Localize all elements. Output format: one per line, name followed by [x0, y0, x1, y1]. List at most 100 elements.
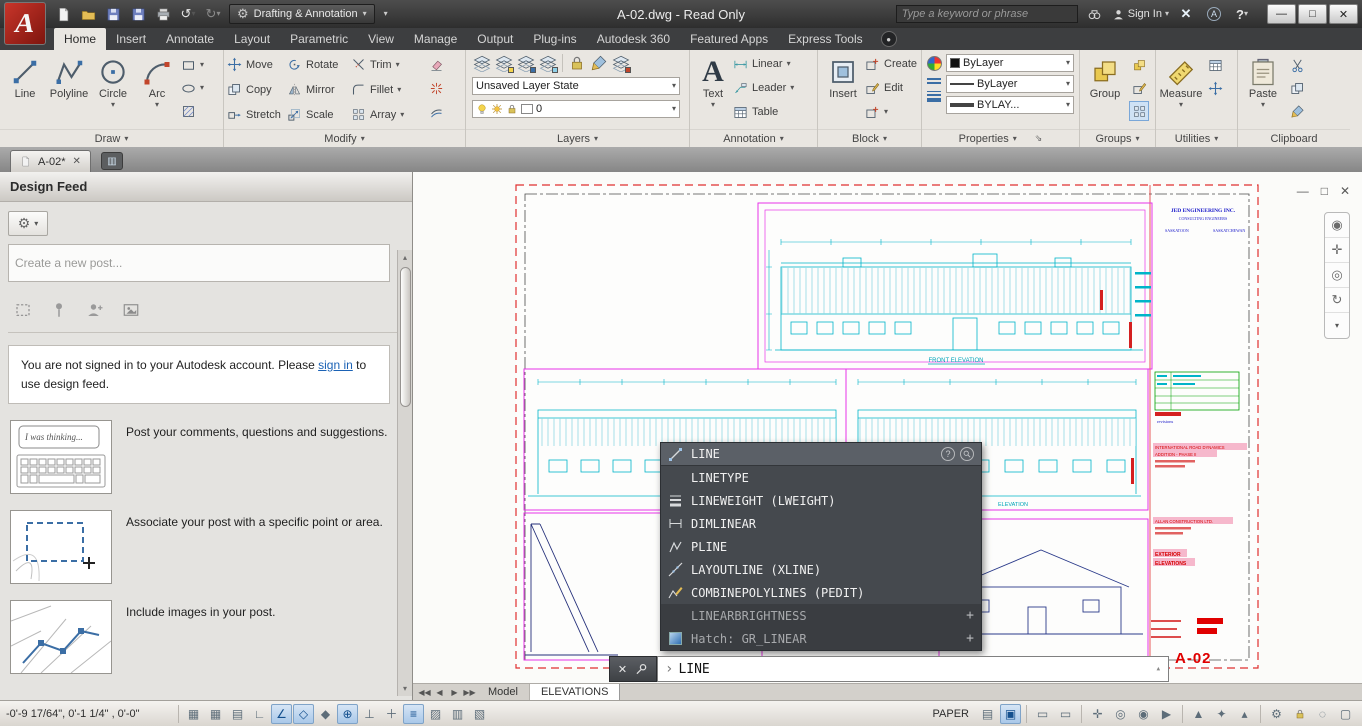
- qat-customize-button[interactable]: ▾: [380, 4, 392, 24]
- add-icon[interactable]: +: [966, 631, 974, 646]
- model-tab[interactable]: Model: [477, 684, 530, 700]
- suggestion-linetype[interactable]: LINETYPE: [661, 466, 981, 489]
- drawing-area[interactable]: FRONT ELEVATION: [413, 172, 1362, 700]
- navbar-more-button[interactable]: ▾: [1325, 313, 1349, 338]
- suggestion-hatch-gr-linear[interactable]: Hatch: GR_LINEAR +: [661, 627, 981, 650]
- create-block-button[interactable]: Create: [865, 52, 917, 76]
- command-close-icon[interactable]: ✕: [618, 663, 627, 676]
- ungroup-button[interactable]: [1129, 55, 1149, 75]
- tab-express-tools[interactable]: Express Tools: [778, 28, 872, 50]
- scroll-up-icon[interactable]: ▴: [398, 250, 412, 265]
- undo-button[interactable]: ↺▾: [177, 4, 199, 24]
- layer-off-button[interactable]: [494, 53, 514, 73]
- steering-wheel-tool-button[interactable]: ◉: [1133, 704, 1154, 724]
- selection-cycling-toggle[interactable]: ▧: [469, 704, 490, 724]
- quick-view-drawings-button[interactable]: ▭: [1055, 704, 1076, 724]
- file-tab-overflow-button[interactable]: ▥: [101, 152, 123, 170]
- transparency-toggle[interactable]: ▨: [425, 704, 446, 724]
- recent-commands-button[interactable]: ▴: [1156, 664, 1161, 674]
- feed-scrollbar[interactable]: ▴ ▾: [397, 250, 412, 696]
- suggestion-pline[interactable]: PLINE: [661, 535, 981, 558]
- table-button[interactable]: Table: [733, 100, 794, 124]
- orbit-button[interactable]: ↻: [1325, 288, 1349, 313]
- model-space-button[interactable]: ▤: [977, 704, 998, 724]
- next-layout-button[interactable]: ▶: [447, 684, 462, 700]
- explode-button[interactable]: [429, 78, 444, 98]
- offset-button[interactable]: [429, 101, 444, 121]
- layer-properties-button[interactable]: [472, 53, 492, 73]
- space-mode-label[interactable]: PAPER: [933, 708, 969, 720]
- array-button[interactable]: Array▾: [351, 103, 427, 127]
- show-motion-button[interactable]: ▶: [1156, 704, 1177, 724]
- tab-parametric[interactable]: Parametric: [280, 28, 358, 50]
- tab-view[interactable]: View: [358, 28, 404, 50]
- layer-match-button[interactable]: [589, 53, 609, 73]
- tab-autodesk360[interactable]: Autodesk 360: [587, 28, 680, 50]
- autoscale-toggle[interactable]: ✦: [1211, 704, 1232, 724]
- lineweight-dropdown[interactable]: BYLAY...▾: [946, 96, 1074, 114]
- grid-toggle[interactable]: ▤: [227, 704, 248, 724]
- search-button[interactable]: [1084, 4, 1106, 24]
- text-button[interactable]: AText▾: [693, 52, 733, 127]
- annotation-scale-button[interactable]: ▴: [1234, 704, 1255, 724]
- rectangle-button[interactable]: ▾: [181, 55, 204, 75]
- layer-dropdown[interactable]: 0 ▾: [472, 100, 680, 118]
- quick-properties-toggle[interactable]: ▥: [447, 704, 468, 724]
- application-menu-button[interactable]: A: [4, 2, 46, 45]
- measure-button[interactable]: Measure▾: [1159, 52, 1203, 127]
- scale-button[interactable]: Scale: [287, 103, 351, 127]
- elevations-layout-tab[interactable]: ELEVATIONS: [530, 684, 620, 700]
- id-point-button[interactable]: [1205, 78, 1225, 98]
- sign-in-link[interactable]: sign in: [318, 358, 353, 372]
- sign-in-button[interactable]: Sign In ▾: [1112, 8, 1169, 21]
- add-icon[interactable]: +: [966, 608, 974, 623]
- ortho-toggle[interactable]: ∟: [249, 704, 270, 724]
- group-edit-button[interactable]: [1129, 78, 1149, 98]
- new-post-input[interactable]: [9, 245, 389, 281]
- save-as-button[interactable]: [127, 4, 149, 24]
- drawing-close-button[interactable]: ✕: [1340, 184, 1350, 198]
- file-tab-a02[interactable]: A-02* ✕: [10, 150, 91, 172]
- layer-walk-button[interactable]: [611, 53, 631, 73]
- leader-button[interactable]: Leader▾: [733, 76, 794, 100]
- plot-button[interactable]: [152, 4, 174, 24]
- clean-screen-button[interactable]: ▢: [1335, 704, 1356, 724]
- pin-location-button[interactable]: [46, 298, 72, 322]
- suggestion-dimlinear[interactable]: DIMLINEAR: [661, 512, 981, 535]
- ellipse-button[interactable]: ▾: [181, 78, 204, 98]
- command-input[interactable]: [678, 662, 1150, 677]
- snap-toggle[interactable]: ▦: [205, 704, 226, 724]
- copy-button[interactable]: Copy: [227, 78, 287, 102]
- annotation-visibility-toggle[interactable]: ▲: [1188, 704, 1209, 724]
- tab-annotate[interactable]: Annotate: [156, 28, 224, 50]
- annotation-panel-title[interactable]: Annotation▾: [690, 129, 817, 147]
- steering-wheel-button[interactable]: ◉: [1325, 213, 1349, 238]
- lineweight-toggle[interactable]: ≡: [403, 704, 424, 724]
- arc-button[interactable]: Arc▾: [135, 52, 179, 127]
- search-input[interactable]: [902, 8, 1072, 20]
- drawing-minimize-button[interactable]: —: [1297, 184, 1309, 198]
- command-help-icon[interactable]: ?: [941, 447, 955, 461]
- prev-layout-button[interactable]: ◀: [432, 684, 447, 700]
- modify-panel-title[interactable]: Modify▾: [224, 129, 465, 147]
- match-properties-button[interactable]: [1287, 101, 1307, 121]
- erase-button[interactable]: [429, 55, 444, 75]
- last-layout-button[interactable]: ▶▶: [462, 684, 477, 700]
- lineweight-icon[interactable]: [927, 91, 942, 102]
- layer-freeze-button[interactable]: [538, 53, 558, 73]
- polyline-button[interactable]: Polyline: [47, 52, 91, 127]
- group-button[interactable]: Group: [1083, 52, 1127, 127]
- block-panel-title[interactable]: Block▾: [818, 129, 921, 147]
- tab-home[interactable]: Home: [54, 28, 106, 50]
- dimension-linear-button[interactable]: Linear▾: [733, 52, 794, 76]
- autodesk360-button[interactable]: A: [1203, 4, 1225, 24]
- suggestion-layoutline[interactable]: LAYOUTLINE (XLINE): [661, 558, 981, 581]
- dynamic-input-toggle[interactable]: ＋: [381, 704, 402, 724]
- layer-isolate-button[interactable]: [516, 53, 536, 73]
- maximize-button[interactable]: □: [1298, 4, 1327, 24]
- object-snap-tracking-toggle[interactable]: ⊕: [337, 704, 358, 724]
- edit-block-button[interactable]: Edit: [865, 76, 917, 100]
- properties-panel-title[interactable]: Properties▾⇘: [922, 129, 1079, 147]
- tab-insert[interactable]: Insert: [106, 28, 156, 50]
- pan-button[interactable]: ✛: [1325, 238, 1349, 263]
